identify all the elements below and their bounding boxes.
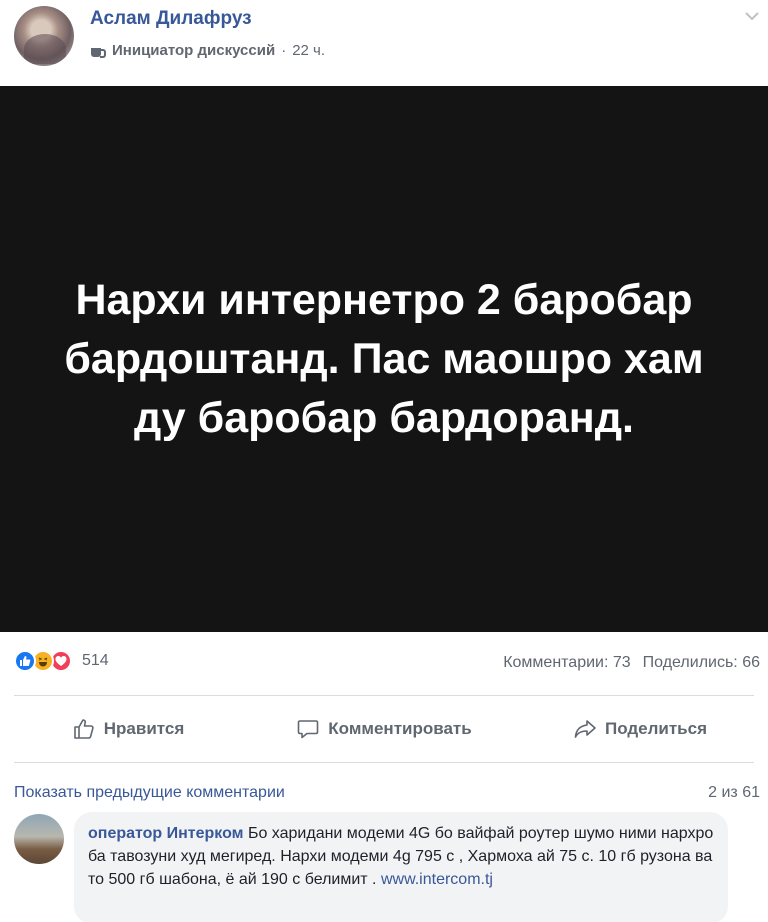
action-bar: Нравится Комментировать Поделиться: [0, 700, 768, 758]
comment-button[interactable]: Комментировать: [256, 717, 512, 741]
divider: [14, 762, 754, 763]
badge-label[interactable]: Инициатор дискуссий: [112, 42, 275, 59]
thumbs-up-icon: [73, 719, 94, 739]
speech-bubble-icon: [297, 720, 319, 739]
author-avatar[interactable]: [14, 6, 74, 66]
comments-count-link[interactable]: Комментарии: 73: [503, 654, 630, 672]
share-button-label: Поделиться: [604, 719, 708, 738]
post-image-text: Нархи интернетро 2 баробар бардоштанд. П…: [64, 275, 704, 442]
commenter-avatar[interactable]: [14, 814, 64, 864]
post-time[interactable]: 22 ч.: [292, 42, 325, 59]
comment-link[interactable]: www.intercom.tj: [381, 871, 493, 888]
author-name[interactable]: Аслам Дилафруз: [90, 8, 252, 30]
divider: [14, 695, 754, 696]
reaction-count: 514: [82, 652, 109, 669]
chevron-down-icon[interactable]: [744, 8, 760, 24]
share-arrow-icon: [574, 720, 596, 738]
reactions-summary[interactable]: 514: [14, 650, 109, 672]
post-header: Аслам Дилафруз Инициатор дискуссий · 22 …: [0, 0, 768, 86]
like-button[interactable]: Нравится: [0, 717, 256, 741]
coffee-cup-icon: [90, 43, 106, 59]
engagement-counts: Комментарии: 73 Поделились: 66: [503, 654, 760, 672]
comment-bubble: оператор Интерком Бо харидани модеми 4G …: [74, 812, 728, 922]
like-icon: [14, 650, 36, 672]
commenter-name[interactable]: оператор Интерком: [88, 825, 244, 842]
like-button-label: Нравится: [103, 719, 185, 738]
comments-pager: 2 из 61: [708, 784, 760, 801]
comment-button-label: Комментировать: [328, 719, 472, 738]
post-image[interactable]: Нархи интернетро 2 баробар бардоштанд. П…: [0, 86, 768, 632]
share-button[interactable]: Поделиться: [512, 717, 768, 741]
post-meta: Инициатор дискуссий · 22 ч.: [90, 42, 325, 59]
shares-count-link[interactable]: Поделились: 66: [643, 654, 760, 672]
post-stats: 514 Комментарии: 73 Поделились: 66: [0, 632, 768, 694]
show-previous-comments-link[interactable]: Показать предыдущие комментарии: [14, 784, 285, 802]
meta-separator: ·: [281, 42, 287, 59]
